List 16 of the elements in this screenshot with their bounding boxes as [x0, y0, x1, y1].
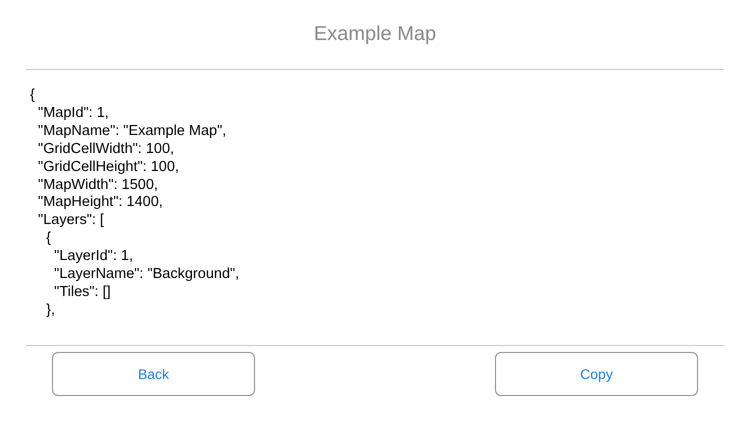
json-line: "MapHeight": 1400, [37, 194, 164, 212]
json-line: "LayerId": 1, [53, 248, 134, 266]
json-line: "MapWidth": 1500, [37, 176, 159, 194]
json-line: "GridCellWidth": 100, [37, 140, 176, 159]
json-line: "MapName": "Example Map", [37, 122, 228, 141]
action-button[interactable]: Copy [495, 352, 698, 396]
json-line: "LayerName": "Background", [53, 266, 240, 284]
json-line: "Layers": [ [37, 212, 105, 230]
json-line: { [30, 87, 36, 105]
json-line: "MapId": 1, [37, 104, 110, 123]
action-button[interactable]: Back [52, 352, 255, 396]
json-line: }, [45, 302, 56, 320]
json-line: { [45, 230, 52, 248]
page-title: Example Map [312, 22, 438, 47]
json-line: "GridCellHeight": 100, [37, 158, 180, 177]
json-line: "Tiles": [] [53, 284, 112, 302]
